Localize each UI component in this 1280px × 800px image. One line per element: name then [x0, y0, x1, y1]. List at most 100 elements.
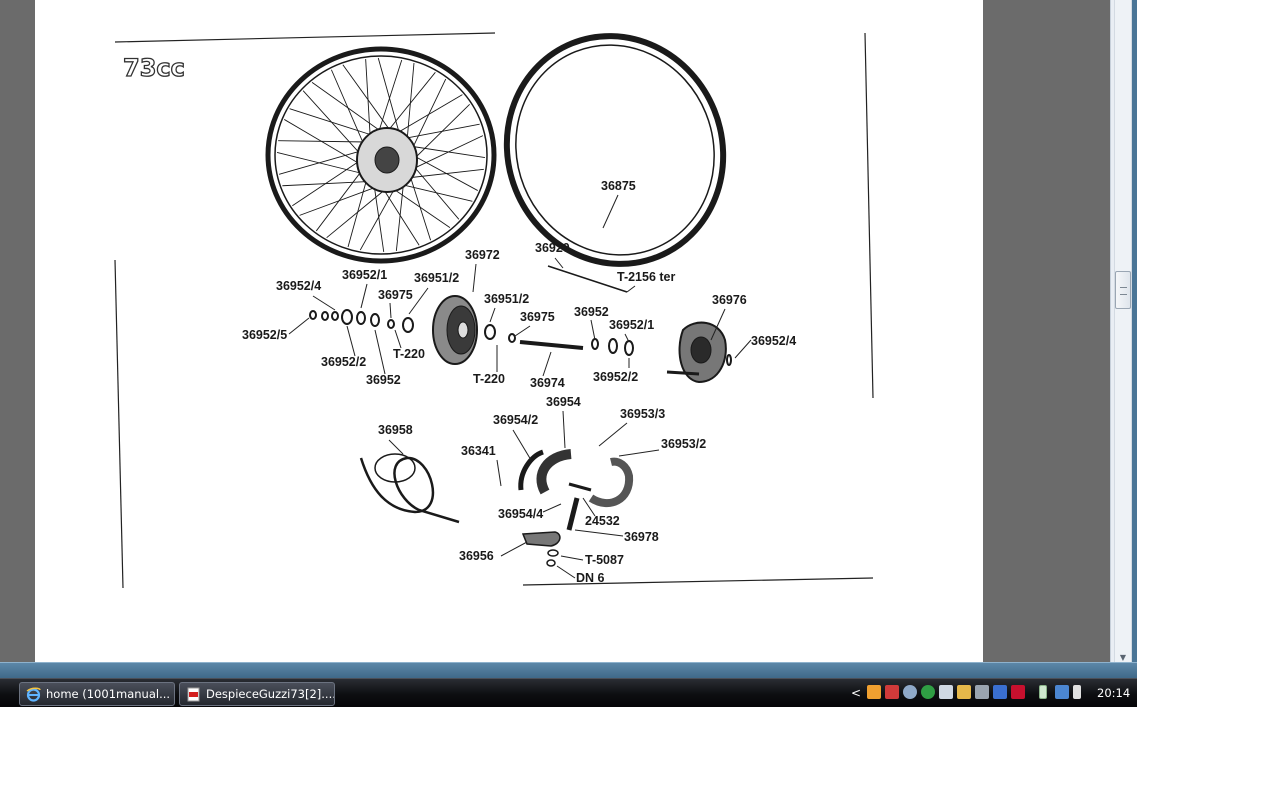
leader-line	[618, 449, 660, 457]
leader-line	[590, 319, 596, 341]
window-frame-right	[1132, 0, 1137, 678]
part-number-label: 36920	[535, 241, 570, 255]
part-number-label: 36951/2	[484, 292, 529, 306]
part-number-label: 36953/2	[661, 437, 706, 451]
internet-explorer-icon	[26, 687, 41, 702]
leader-line	[512, 429, 532, 461]
part-number-label: 36952/4	[276, 279, 321, 293]
leader-line	[394, 329, 402, 349]
part-number-label: 36952	[574, 305, 609, 319]
part-number-label: 36954/4	[498, 507, 543, 521]
tray-app-icon-6[interactable]	[957, 685, 971, 699]
part-number-label: 36972	[465, 248, 500, 262]
network-icon[interactable]	[1055, 685, 1069, 699]
part-number-label: T-220	[473, 372, 505, 386]
leader-line	[562, 410, 566, 449]
part-number-label: 36958	[378, 423, 413, 437]
part-number-label: T-220	[393, 347, 425, 361]
part-number-label: T-5087	[585, 553, 624, 567]
spoke-line	[315, 169, 363, 232]
spoke-line	[406, 168, 484, 179]
tray-app-icon-8[interactable]	[993, 685, 1007, 699]
taskbar-button-pdf[interactable]: DespieceGuzzi73[2]....	[179, 682, 335, 706]
battery-icon[interactable]	[1039, 685, 1047, 699]
part-number-label: 36952/5	[242, 328, 287, 342]
window-frame-bottom	[0, 662, 1137, 678]
taskbar-clock[interactable]: 20:14	[1097, 679, 1130, 707]
part-number-label: 36956	[459, 549, 494, 563]
spoke-line	[382, 187, 420, 246]
taskbar: home (1001manual... DespieceGuzzi73[2]..…	[0, 678, 1137, 707]
spoke-line	[342, 64, 392, 133]
part-number-label: 36952/2	[321, 355, 366, 369]
scrollbar-thumb[interactable]	[1115, 271, 1131, 309]
part-number-label: 36952/4	[751, 334, 796, 348]
leader-line	[514, 325, 531, 337]
tray-app-icon-3[interactable]	[903, 685, 917, 699]
leader-line	[734, 339, 752, 359]
parts-diagram: 73cc 3687536920T-2156 ter3697236952/1 369…	[114, 32, 874, 589]
part-number-label: 36951/2	[414, 271, 459, 285]
leader-line	[496, 459, 502, 487]
part-number-label: 24532	[585, 514, 620, 528]
leader-line	[472, 263, 477, 293]
tray-expand-icon[interactable]: <	[851, 683, 861, 703]
leader-line	[626, 285, 636, 293]
tray-app-icon-7[interactable]	[975, 685, 989, 699]
part-number-label: 36341	[461, 444, 496, 458]
leader-line	[556, 565, 576, 579]
leader-line	[389, 302, 392, 319]
leader-line	[554, 257, 564, 269]
spoke-line	[311, 81, 383, 133]
volume-icon[interactable]	[1073, 685, 1081, 699]
leader-line	[602, 194, 619, 229]
part-number-label: 36978	[624, 530, 659, 544]
brake-cable-drawing	[359, 453, 460, 524]
taskbar-button-label: home (1001manual...	[46, 687, 171, 701]
leader-line	[598, 422, 628, 447]
vertical-scrollbar[interactable]: ▼	[1114, 0, 1132, 667]
taskbar-button-label: DespieceGuzzi73[2]....	[206, 687, 335, 701]
leader-line	[542, 351, 552, 377]
hub-drawing	[432, 295, 478, 365]
leader-line	[560, 555, 584, 561]
taskbar-button-browser[interactable]: home (1001manual...	[19, 682, 175, 706]
part-number-label: 36875	[601, 179, 636, 193]
spoke-line	[289, 108, 375, 137]
leader-line	[346, 325, 356, 357]
part-number-label: 36975	[378, 288, 413, 302]
spoke-line	[302, 90, 362, 156]
part-number-label: 36976	[712, 293, 747, 307]
pdf-page: 73cc 36875 36920 T-2156 ter 36972 36952/1 369…	[35, 0, 983, 662]
tray-app-icon-9[interactable]	[1011, 685, 1025, 699]
part-number-label: DN 6	[576, 571, 605, 585]
leader-line	[312, 295, 336, 311]
tray-app-icon-5[interactable]	[939, 685, 953, 699]
spoke-line	[403, 123, 480, 139]
rim-drawing	[503, 33, 727, 267]
tray-app-icon-4[interactable]	[921, 685, 935, 699]
part-number-label: 36954/2	[493, 413, 538, 427]
part-number-label: 36974	[530, 376, 565, 390]
leader-line	[360, 283, 368, 309]
part-number-label: 36952/1	[609, 318, 654, 332]
leader-line	[489, 307, 496, 323]
leader-line	[288, 317, 310, 335]
spoke-line	[347, 177, 368, 248]
screen: 73cc 36875 36920 T-2156 ter 36972 36952/1 369…	[0, 0, 1137, 707]
scrollbar-track-top[interactable]	[1115, 0, 1131, 14]
part-number-label: T-2156 ter	[617, 270, 676, 284]
leader-line	[574, 529, 624, 537]
tray-app-icon-2[interactable]	[885, 685, 899, 699]
brake-plate-drawing	[666, 321, 727, 384]
part-number-label: 36952/2	[593, 370, 638, 384]
tray-app-icon-1[interactable]	[867, 685, 881, 699]
leader-line	[500, 541, 528, 557]
spoke-line	[399, 183, 473, 202]
spoke-line	[386, 72, 436, 133]
leader-line	[374, 329, 386, 375]
spoke-line	[412, 154, 478, 191]
spoke-line	[412, 103, 470, 161]
spoke-line	[411, 135, 484, 170]
pdf-document-icon	[187, 687, 200, 702]
